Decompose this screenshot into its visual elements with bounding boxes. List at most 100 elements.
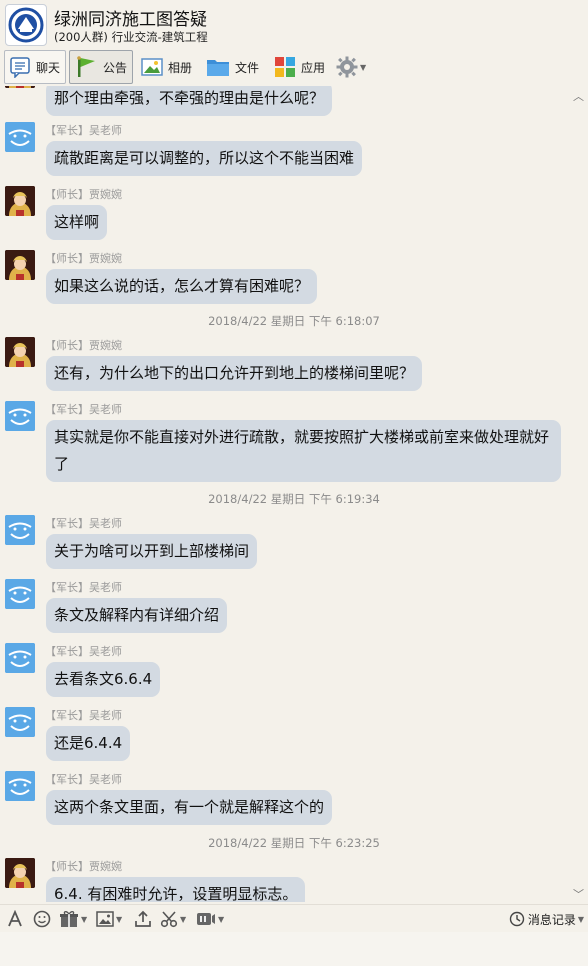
sender-role: 【师长】 [45, 188, 89, 201]
message-bubble[interactable]: 条文及解释内有详细介绍 [46, 598, 228, 633]
tab-announcement[interactable]: 公告 [69, 50, 133, 84]
default-avatar-icon [5, 707, 35, 737]
photo-icon [141, 58, 163, 76]
image-icon [96, 911, 114, 927]
message-bubble[interactable]: 如果这么说的话，怎么才算有困难呢？ [46, 269, 318, 304]
message-bubble[interactable]: 去看条文6.6.4 [46, 662, 161, 697]
chevron-down-icon: ▼ [577, 914, 584, 924]
tab-chat[interactable]: 聊天 [4, 50, 66, 84]
settings-button[interactable]: ▼ [336, 50, 376, 84]
gift-icon [60, 911, 78, 927]
sender-role: 【军长】 [45, 709, 89, 722]
sender-nickname: 贾婉婉 [89, 188, 122, 201]
upload-icon [135, 910, 151, 927]
folder-icon [207, 60, 229, 76]
message-history-button[interactable]: 消息记录 ▼ [509, 909, 584, 929]
sender-name: 【军长】吴老师 [45, 643, 122, 659]
tab-files[interactable]: 文件 [206, 50, 266, 84]
avatar[interactable] [5, 186, 35, 216]
sender-name: 【军长】吴老师 [45, 771, 122, 787]
sender-name: 【师长】贾婉婉 [45, 858, 122, 874]
emoji-button[interactable] [33, 909, 51, 929]
upload-button[interactable] [134, 909, 152, 929]
scroll-down-icon[interactable]: ﹀ [573, 886, 584, 902]
sender-name: 【军长】吴老师 [45, 401, 122, 417]
default-avatar-icon [5, 515, 35, 545]
chevron-down-icon: ▼ [180, 914, 187, 924]
message-bubble[interactable]: 那个理由牵强，不牵强的理由是什么呢？ [46, 86, 333, 116]
sender-name: 【军长】吴老师 [45, 515, 122, 531]
message-bubble[interactable]: 6.4. 有困难时允许，设置明显标志。 [46, 877, 306, 902]
chevron-down-icon: ▼ [116, 914, 123, 924]
sender-name: 【师长】贾婉婉 [45, 250, 122, 266]
sender-nickname: 贾婉婉 [89, 339, 122, 352]
sender-name: 【军长】吴老师 [45, 122, 122, 138]
sender-nickname: 吴老师 [89, 517, 122, 530]
message-bubble[interactable]: 关于为啥可以开到上部楼梯间 [46, 534, 258, 569]
sender-name: 【军长】吴老师 [45, 707, 122, 723]
sender-nickname: 吴老师 [89, 403, 122, 416]
chat-header: 绿洲同济施工图答疑 (200人群) 行业交流-建筑工程 [0, 0, 588, 48]
sender-nickname: 吴老师 [89, 645, 122, 658]
sender-role: 【军长】 [45, 403, 89, 416]
anime-avatar-icon [5, 250, 35, 280]
chevron-down-icon: ▼ [218, 914, 225, 924]
group-subtitle: (200人群) 行业交流-建筑工程 [54, 30, 208, 44]
group-name: 绿洲同济施工图答疑 [54, 10, 207, 30]
anime-avatar-icon [5, 86, 35, 88]
group-toolbar: 聊天 公告 相册 文件 应用 ▼ [0, 48, 588, 86]
avatar[interactable] [5, 643, 35, 673]
avatar[interactable] [5, 250, 35, 280]
sender-role: 【师长】 [45, 252, 89, 265]
sender-nickname: 吴老师 [89, 124, 122, 137]
scroll-up-icon[interactable]: ︿ [573, 88, 584, 104]
tab-announcement-label: 公告 [103, 60, 128, 75]
avatar[interactable] [5, 122, 35, 152]
tab-apps-label: 应用 [301, 60, 326, 75]
tab-files-label: 文件 [235, 60, 260, 75]
avatar[interactable] [5, 858, 35, 888]
avatar[interactable] [5, 401, 35, 431]
avatar[interactable] [5, 515, 35, 545]
avatar[interactable] [5, 771, 35, 801]
message-bubble[interactable]: 其实就是你不能直接对外进行疏散，就要按照扩大楼梯或前室来做处理就好了 [46, 420, 561, 482]
message-bubble[interactable]: 这样啊 [46, 205, 108, 240]
message-bubble[interactable]: 这两个条文里面，有一个就是解释这个的 [46, 790, 333, 825]
message-list[interactable]: 那个理由牵强，不牵强的理由是什么呢？ ︿ 【军长】吴老师 疏散距离是可以调整的，… [0, 86, 588, 902]
clock-icon [509, 911, 525, 927]
font-button[interactable] [6, 909, 24, 929]
sender-nickname: 吴老师 [89, 709, 122, 722]
message-bubble[interactable]: 还有，为什么地下的出口允许开到地上的楼梯间里呢？ [46, 356, 423, 391]
sender-nickname: 贾婉婉 [89, 860, 122, 873]
message-bubble[interactable]: 疏散距离是可以调整的，所以这个不能当困难 [46, 141, 363, 176]
sender-role: 【军长】 [45, 645, 89, 658]
timestamp: 2018/4/22 星期日 下午 6:23:25 [208, 836, 380, 850]
timestamp: 2018/4/22 星期日 下午 6:19:34 [208, 492, 380, 506]
message-input[interactable] [0, 932, 588, 966]
avatar[interactable] [5, 337, 35, 367]
chevron-down-icon: ▼ [81, 914, 88, 924]
sender-name: 【军长】吴老师 [45, 579, 122, 595]
default-avatar-icon [5, 122, 35, 152]
avatar[interactable] [5, 707, 35, 737]
anime-avatar-icon [5, 337, 35, 367]
screenshot-button[interactable]: ▼ [160, 909, 186, 929]
group-avatar[interactable] [5, 4, 47, 46]
voice-button[interactable]: ▼ [196, 909, 224, 929]
sender-nickname: 吴老师 [89, 581, 122, 594]
sender-role: 【师长】 [45, 339, 89, 352]
gift-button[interactable]: ▼ [59, 909, 87, 929]
anime-avatar-icon [5, 858, 35, 888]
sender-name: 【师长】贾婉婉 [45, 186, 122, 202]
screenshot-icon [160, 911, 178, 928]
message-bubble[interactable]: 还是6.4.4 [46, 726, 131, 761]
gear-icon [336, 56, 358, 78]
image-button[interactable]: ▼ [96, 909, 122, 929]
timestamp: 2018/4/22 星期日 下午 6:18:07 [208, 314, 380, 328]
chat-icon [10, 57, 30, 78]
sender-nickname: 贾婉婉 [89, 252, 122, 265]
tab-apps[interactable]: 应用 [274, 50, 334, 84]
tab-album[interactable]: 相册 [141, 50, 201, 84]
default-avatar-icon [5, 771, 35, 801]
avatar[interactable] [5, 579, 35, 609]
